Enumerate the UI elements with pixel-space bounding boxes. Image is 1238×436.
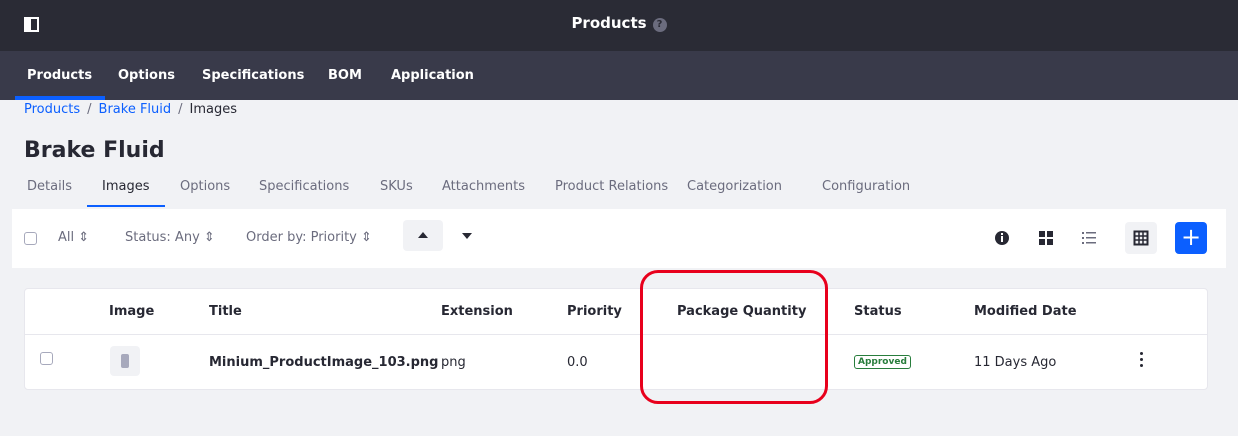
management-toolbar: All ⇕ Status: Any ⇕ Order by: Priority ⇕ <box>12 209 1226 268</box>
row-actions-icon[interactable] <box>1140 352 1144 368</box>
column-header-modified-date[interactable]: Modified Date <box>974 304 1077 319</box>
top-header: Products? <box>0 0 1238 51</box>
nav-tab-application[interactable]: Application <box>391 68 474 83</box>
filter-all-label: All <box>58 230 75 245</box>
status-filter-label: Status: Any <box>125 230 200 245</box>
status-filter-dropdown[interactable]: Status: Any ⇕ <box>125 230 215 245</box>
column-header-priority[interactable]: Priority <box>567 304 622 319</box>
breadcrumb-brake-fluid[interactable]: Brake Fluid <box>99 102 172 117</box>
page-title: Brake Fluid <box>24 138 165 163</box>
card-view-button[interactable] <box>1030 222 1062 254</box>
tab-options[interactable]: Options <box>180 179 230 194</box>
info-button[interactable] <box>986 222 1018 254</box>
nav-tab-bom[interactable]: BOM <box>328 68 362 83</box>
tab-specifications[interactable]: Specifications <box>259 179 349 194</box>
header-title: Products? <box>0 14 1238 32</box>
list-view-button[interactable] <box>1073 222 1105 254</box>
nav-tab-specifications[interactable]: Specifications <box>202 68 304 83</box>
breadcrumb-separator: / <box>87 102 92 117</box>
status-badge: Approved <box>854 355 911 369</box>
header-title-text: Products <box>571 14 647 32</box>
help-icon[interactable]: ? <box>652 18 667 32</box>
header-divider <box>25 334 1207 335</box>
list-icon <box>1082 232 1096 244</box>
select-all-checkbox[interactable] <box>24 232 37 245</box>
tab-categorization[interactable]: Categorization <box>687 179 782 194</box>
breadcrumb: Products / Brake Fluid / Images <box>24 102 237 117</box>
row-modified-date: 11 Days Ago <box>974 355 1057 370</box>
caret-up-icon <box>418 232 428 238</box>
cards-icon <box>1039 231 1053 245</box>
image-thumbnail[interactable] <box>110 346 140 376</box>
tab-product-relations[interactable]: Product Relations <box>555 179 668 194</box>
tab-details[interactable]: Details <box>27 179 72 194</box>
column-header-extension[interactable]: Extension <box>441 304 513 319</box>
nav-tab-products[interactable]: Products <box>14 68 106 100</box>
row-checkbox[interactable] <box>40 352 53 365</box>
sort-ascending-button[interactable] <box>403 220 443 251</box>
tab-configuration[interactable]: Configuration <box>822 179 910 194</box>
column-header-title[interactable]: Title <box>209 304 242 319</box>
tab-skus[interactable]: SKUs <box>380 179 413 194</box>
order-by-dropdown[interactable]: Order by: Priority ⇕ <box>246 230 372 245</box>
row-title[interactable]: Minium_ProductImage_103.png <box>209 355 438 370</box>
row-extension: png <box>441 355 466 370</box>
column-header-image: Image <box>109 304 155 319</box>
breadcrumb-separator: / <box>178 102 183 117</box>
highlight-annotation <box>640 270 828 404</box>
active-tab-indicator <box>87 205 165 207</box>
filter-all-dropdown[interactable]: All ⇕ <box>58 230 89 245</box>
row-priority: 0.0 <box>567 355 588 370</box>
order-by-label: Order by: Priority <box>246 230 357 245</box>
table-view-button[interactable] <box>1125 222 1157 254</box>
breadcrumb-products[interactable]: Products <box>24 102 80 117</box>
add-button[interactable]: + <box>1175 222 1207 254</box>
table-icon <box>1133 230 1149 246</box>
column-header-status[interactable]: Status <box>854 304 902 319</box>
images-table: Image Title Extension Priority Package Q… <box>24 288 1208 390</box>
main-nav: Products Options Specifications BOM Appl… <box>0 51 1238 100</box>
breadcrumb-current: Images <box>189 102 238 117</box>
tab-images[interactable]: Images <box>102 179 150 194</box>
info-icon <box>995 231 1009 245</box>
nav-tab-options[interactable]: Options <box>118 68 175 83</box>
tab-attachments[interactable]: Attachments <box>442 179 525 194</box>
caret-down-icon[interactable] <box>462 233 472 239</box>
